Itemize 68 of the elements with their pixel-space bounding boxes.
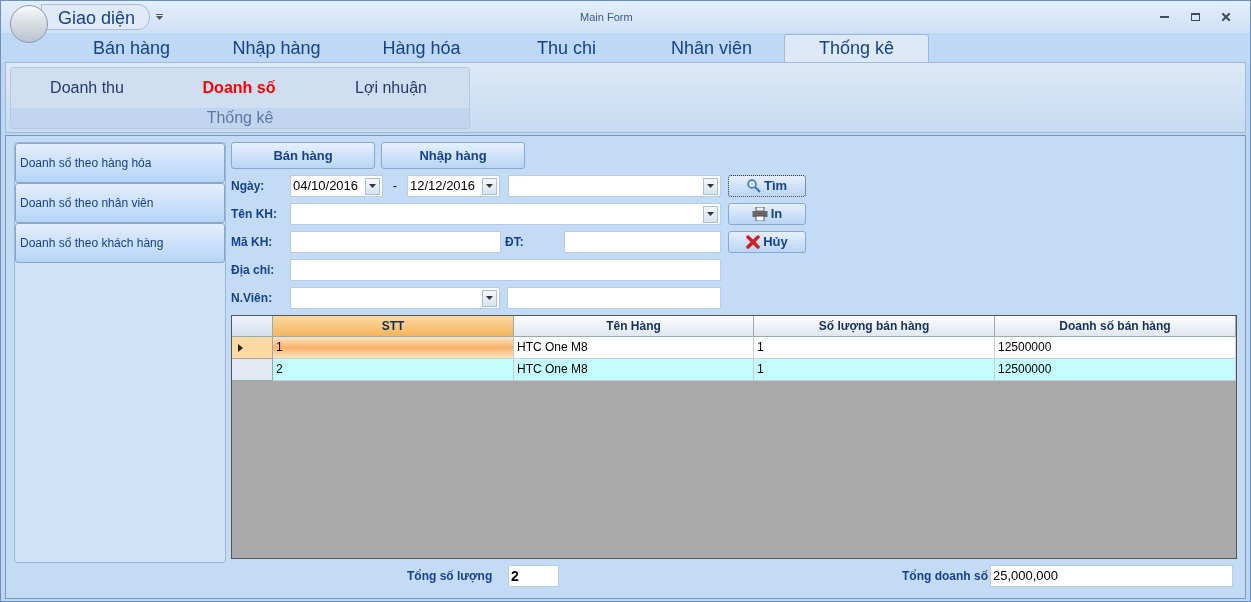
column-header: STT (273, 316, 514, 337)
ribbon-tab[interactable]: Nhập hàng (204, 34, 349, 62)
minimize-icon[interactable] (1160, 15, 1169, 19)
caret-icon (486, 296, 493, 300)
row-header[interactable] (232, 337, 273, 359)
input-field[interactable] (564, 231, 721, 253)
input-field[interactable]: 2 (508, 565, 559, 587)
table-cell: 12500000 (995, 359, 1236, 381)
ribbon-tab[interactable]: Nhân viên (639, 34, 784, 62)
maximize-icon[interactable] (1191, 13, 1200, 21)
field-label: ĐT: (504, 234, 525, 251)
dropdown-button[interactable] (482, 177, 497, 195)
row-pointer-icon (238, 343, 243, 352)
ribbon-tab[interactable]: Thu chi (494, 34, 639, 62)
ribbon-tab[interactable]: Thống kê (784, 34, 929, 62)
sidebar-item[interactable]: Doanh số theo khách hàng (15, 223, 225, 263)
caret-icon (707, 184, 714, 188)
dropdown-button[interactable] (482, 289, 497, 307)
grid-corner (232, 316, 273, 337)
total-quantity-label: Tổng số lượng (407, 568, 494, 585)
dropdown-button[interactable] (365, 177, 380, 195)
search-icon (746, 179, 761, 193)
table-cell: HTC One M8 (514, 359, 754, 381)
field-label: Tên KH: (231, 206, 278, 223)
group-label: Thống kê (11, 108, 469, 128)
caret-icon (486, 184, 493, 188)
mode-button[interactable]: Bán hàng (231, 142, 375, 169)
ribbon-button[interactable]: Lợi nhuận (315, 76, 467, 100)
dropdown-field[interactable] (290, 287, 500, 309)
table-cell: 1 (754, 359, 995, 381)
field-label: Mã KH: (231, 234, 274, 251)
mode-button[interactable]: Nhập hàng (381, 142, 525, 169)
dropdown-field[interactable]: 12/12/2016 (407, 175, 500, 197)
sidebar-item[interactable]: Doanh số theo nhân viên (15, 183, 225, 223)
column-header: Số lượng bán hàng (754, 316, 995, 337)
field-label: Ngày: (231, 178, 266, 195)
field-label: Địa chỉ: (231, 262, 276, 279)
field-label: N.Viên: (231, 290, 274, 307)
dropdown-field[interactable] (508, 175, 721, 197)
column-header: Doanh số bán hàng (995, 316, 1236, 337)
cross-icon (746, 235, 761, 249)
input-field[interactable] (290, 231, 501, 253)
total-revenue-label: Tổng doanh số (902, 568, 989, 585)
printer-icon (751, 207, 768, 221)
app-menu-button[interactable]: Giao diện (41, 4, 151, 30)
dropdown-icon[interactable] (156, 14, 164, 20)
ribbon-tab[interactable]: Hàng hóa (349, 34, 494, 62)
dropdown-button[interactable] (703, 177, 718, 195)
print-button[interactable]: In (728, 203, 806, 225)
window-title: Main Form (580, 9, 633, 25)
cancel-button[interactable]: Hủy (728, 231, 806, 253)
ribbon-tab[interactable]: Bán hàng (59, 34, 204, 62)
dropdown-field[interactable]: 04/10/2016 (290, 175, 383, 197)
search-button[interactable]: Tìm (728, 175, 806, 197)
caret-icon (707, 212, 714, 216)
table-cell: 2 (273, 359, 514, 381)
close-icon[interactable] (1222, 13, 1230, 21)
input-field[interactable]: 25,000,000 (990, 565, 1233, 587)
dropdown-field[interactable] (290, 203, 721, 225)
table-cell: 1 (273, 337, 514, 359)
sidebar-item[interactable]: Doanh số theo hàng hóa (15, 143, 225, 183)
date-separator: - (391, 177, 399, 196)
column-header: Tên Hàng (514, 316, 754, 337)
input-field[interactable] (290, 259, 721, 281)
input-field[interactable] (507, 287, 721, 309)
dropdown-button[interactable] (703, 205, 718, 223)
caret-icon (369, 184, 376, 188)
ribbon-button[interactable]: Doanh thu (11, 76, 163, 100)
